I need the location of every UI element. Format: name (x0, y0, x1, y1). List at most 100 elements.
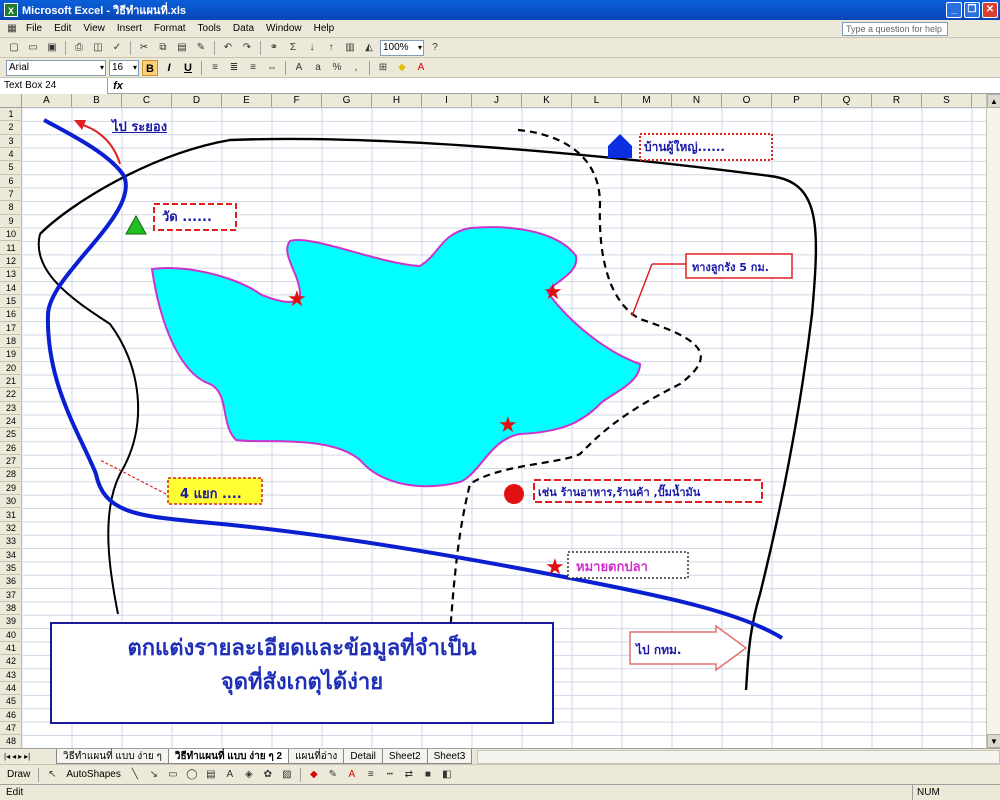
close-button[interactable]: ✕ (982, 2, 998, 18)
sort-asc-icon[interactable]: ↓ (304, 40, 320, 56)
restore-button[interactable]: ❐ (964, 2, 980, 18)
sheet-tab[interactable]: Sheet2 (381, 749, 428, 764)
sheet-tab[interactable]: Detail (343, 749, 383, 764)
laterite-pointer (631, 263, 653, 317)
comma-icon[interactable]: , (348, 60, 364, 76)
align-left-icon[interactable]: ≡ (207, 60, 223, 76)
spelling-icon[interactable]: ✓ (109, 40, 125, 56)
merge-icon[interactable]: ⇔ (264, 60, 280, 76)
workbook-icon[interactable]: ▦ (4, 21, 20, 37)
borders-icon[interactable]: ⊞ (375, 60, 391, 76)
align-center-icon[interactable]: ≣ (226, 60, 242, 76)
drawing-icon[interactable]: ◭ (361, 40, 377, 56)
autosum-icon[interactable]: Σ (285, 40, 301, 56)
underline-button[interactable]: U (180, 60, 196, 76)
fx-icon[interactable]: fx (108, 80, 128, 92)
zoom-select[interactable]: 100% (380, 39, 424, 56)
house-icon (608, 134, 632, 158)
prev-sheet-icon[interactable]: ◂ (12, 752, 16, 761)
textbox-icon[interactable]: ▤ (203, 767, 219, 783)
name-box[interactable]: Text Box 24 (0, 77, 108, 94)
shadow-icon[interactable]: ■ (420, 767, 436, 783)
menu-format[interactable]: Format (148, 23, 192, 34)
clipart-icon[interactable]: ✿ (260, 767, 276, 783)
shop-circle-icon (504, 484, 524, 504)
print-icon[interactable]: ⎙ (71, 40, 87, 56)
format-painter-icon[interactable]: ✎ (193, 40, 209, 56)
select-pointer-icon[interactable]: ↖ (44, 767, 60, 783)
status-mode: Edit (6, 787, 24, 798)
formula-bar: Text Box 24 fx (0, 77, 1000, 94)
dash-style-icon[interactable]: ┅ (382, 767, 398, 783)
font-color-icon[interactable]: A (344, 767, 360, 783)
sheet-tab[interactable]: แผนที่อ่าง (288, 749, 345, 764)
horizontal-scrollbar[interactable] (477, 749, 1000, 764)
menu-insert[interactable]: Insert (111, 23, 148, 34)
undo-icon[interactable]: ↶ (220, 40, 236, 56)
font-size-select[interactable]: 16 (109, 59, 139, 76)
3d-icon[interactable]: ◧ (439, 767, 455, 783)
autoshapes-button[interactable]: AutoShapes (63, 769, 124, 780)
align-right-icon[interactable]: ≡ (245, 60, 261, 76)
diagram-icon[interactable]: ◈ (241, 767, 257, 783)
draw-menu-button[interactable]: Draw (4, 769, 33, 780)
help-search-input[interactable]: Type a question for help (842, 22, 948, 36)
redo-icon[interactable]: ↷ (239, 40, 255, 56)
menu-file[interactable]: File (20, 23, 48, 34)
save-icon[interactable]: ▣ (44, 40, 60, 56)
rectangle-icon[interactable]: ▭ (165, 767, 181, 783)
bold-button[interactable]: B (142, 59, 158, 76)
help-icon[interactable]: ? (427, 40, 443, 56)
shrink-font-icon[interactable]: a (310, 60, 326, 76)
scroll-down-icon[interactable]: ▼ (987, 734, 1000, 748)
fill-color-icon[interactable]: ◆ (394, 60, 410, 76)
first-sheet-icon[interactable]: |◂ (4, 752, 10, 761)
sheet-tab[interactable]: Sheet3 (426, 749, 473, 764)
menu-view[interactable]: View (77, 23, 111, 34)
cut-icon[interactable]: ✂ (136, 40, 152, 56)
paste-icon[interactable]: ▤ (174, 40, 190, 56)
fishing-label[interactable]: หมายตกปลา (576, 556, 648, 577)
font-color-icon[interactable]: A (413, 60, 429, 76)
next-sheet-icon[interactable]: ▸ (18, 752, 22, 761)
last-sheet-icon[interactable]: ▸| (24, 752, 30, 761)
scroll-up-icon[interactable]: ▲ (987, 94, 1000, 108)
preview-icon[interactable]: ◫ (90, 40, 106, 56)
arrow-icon[interactable]: ↘ (146, 767, 162, 783)
line-icon[interactable]: ╲ (127, 767, 143, 783)
open-icon[interactable]: ▭ (25, 40, 41, 56)
window-title: Microsoft Excel - วิธีทำแผนที่.xls (22, 5, 187, 17)
percent-icon[interactable]: % (329, 60, 345, 76)
chart-icon[interactable]: ▥ (342, 40, 358, 56)
sort-desc-icon[interactable]: ↑ (323, 40, 339, 56)
arrow-style-icon[interactable]: ⇄ (401, 767, 417, 783)
minimize-button[interactable]: _ (946, 2, 962, 18)
wordart-icon[interactable]: A (222, 767, 238, 783)
new-icon[interactable]: ▢ (6, 40, 22, 56)
grow-font-icon[interactable]: A (291, 60, 307, 76)
temple-label: วัด ...... (162, 210, 212, 225)
vertical-scrollbar[interactable]: ▲ ▼ (986, 94, 1000, 748)
italic-button[interactable]: I (161, 60, 177, 76)
star-icon: ★ (498, 412, 518, 437)
line-color-icon[interactable]: ✎ (325, 767, 341, 783)
menu-help[interactable]: Help (308, 23, 341, 34)
oval-icon[interactable]: ◯ (184, 767, 200, 783)
menu-window[interactable]: Window (260, 23, 308, 34)
village-head-label: บ้านผู้ใหญ่...... (644, 140, 725, 154)
font-select[interactable]: Arial (6, 59, 106, 76)
main-text-box[interactable]: ตกแต่งรายละเอียดและข้อมูลที่จำเป็น จุดที… (50, 622, 554, 724)
worksheet-grid[interactable]: ABCDEFGHIJKLMNOPQRS 1 2 3 4 5 6 7 8 9 10 11 12 13 14 1… (0, 94, 986, 748)
picture-icon[interactable]: ▨ (279, 767, 295, 783)
bangkok-label: ไป กทม. (636, 643, 682, 657)
hyperlink-icon[interactable]: ⚭ (266, 40, 282, 56)
sheet-tab-active[interactable]: วิธีทำแผนที่ แบบ ง่าย ๆ 2 (167, 749, 290, 764)
menu-edit[interactable]: Edit (48, 23, 77, 34)
menu-data[interactable]: Data (227, 23, 260, 34)
menu-tools[interactable]: Tools (192, 23, 227, 34)
copy-icon[interactable]: ⧉ (155, 40, 171, 56)
star-icon: ★ (287, 286, 307, 311)
line-style-icon[interactable]: ≡ (363, 767, 379, 783)
fill-color-icon[interactable]: ◆ (306, 767, 322, 783)
sheet-tab[interactable]: วิธีทำแผนที่ แบบ ง่าย ๆ (56, 749, 169, 764)
